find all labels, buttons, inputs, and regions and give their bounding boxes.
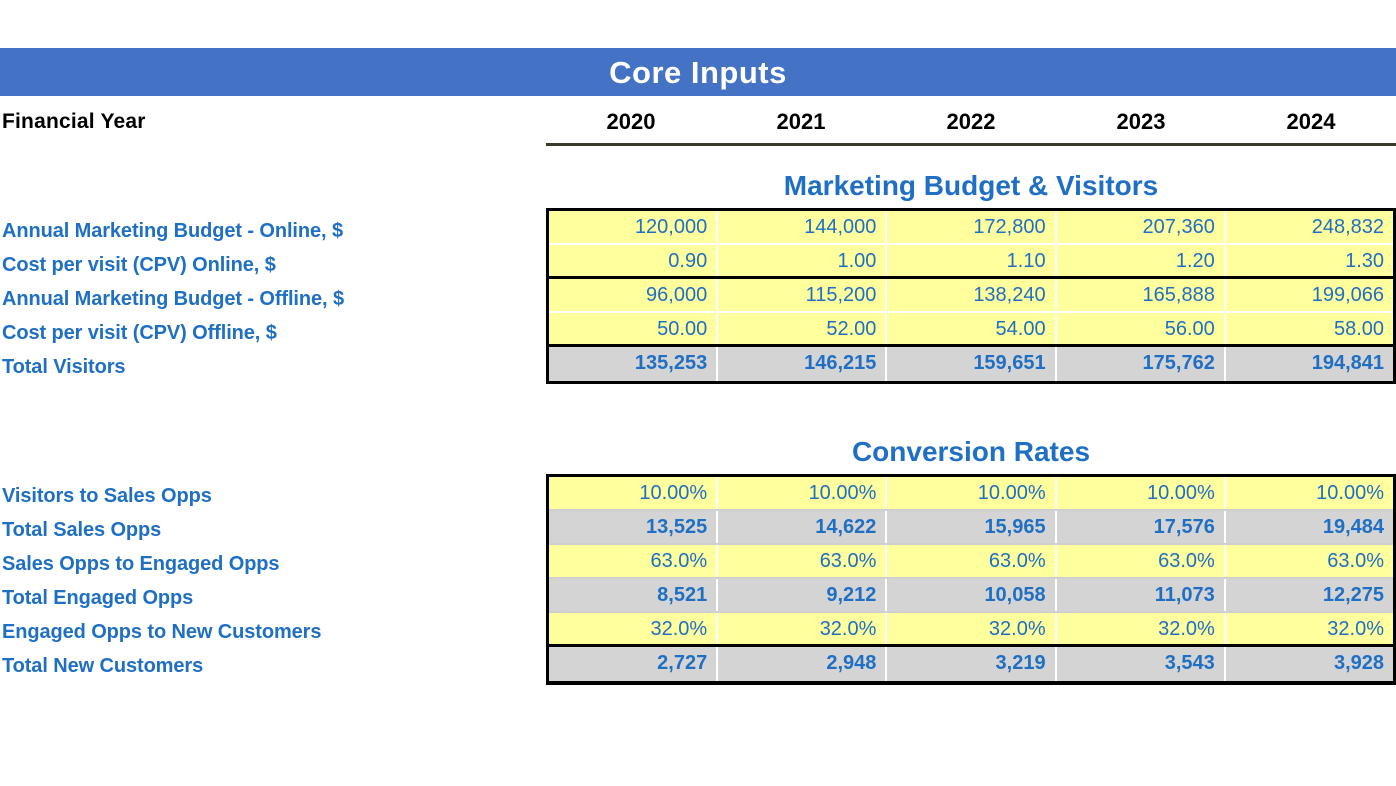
row-label-cost-per-visit-online: Cost per visit (CPV) Online, $ [2,254,276,276]
year-header-2022: 2022 [946,109,996,134]
cell-total-engaged-opps-2024: 12,275 [1225,579,1394,611]
table-row: 63.0% 63.0% 63.0% 63.0% 63.0% [549,545,1394,579]
table-row: 32.0% 32.0% 32.0% 32.0% 32.0% [549,613,1394,647]
table-row: 120,000 144,000 172,800 207,360 248,832 [549,211,1394,245]
cell-visitors-to-sales-opps-2021[interactable]: 10.00% [718,477,888,509]
cell-total-sales-opps-2023: 17,576 [1056,511,1226,543]
row-label-cost-per-visit-offline: Cost per visit (CPV) Offline, $ [2,322,277,344]
cell-budget-online-2023[interactable]: 207,360 [1056,211,1226,243]
section-title-marketing-budget-visitors: Marketing Budget & Visitors [783,170,1159,201]
table-row: 0.90 1.00 1.10 1.20 1.30 [549,245,1394,279]
cell-total-sales-opps-2022: 15,965 [887,511,1057,543]
cell-budget-online-2021[interactable]: 144,000 [718,211,888,243]
cell-total-new-customers-2023: 3,543 [1056,647,1226,681]
table-row: 50.00 52.00 54.00 56.00 58.00 [549,313,1394,347]
table-row: 13,525 14,622 15,965 17,576 19,484 [549,511,1394,545]
cell-visitors-to-sales-opps-2024[interactable]: 10.00% [1225,477,1394,509]
cell-engaged-opps-to-new-customers-2023[interactable]: 32.0% [1056,613,1226,644]
cell-total-sales-opps-2020: 13,525 [549,511,719,543]
cell-cpv-online-2021[interactable]: 1.00 [718,245,888,276]
cell-total-visitors-2023: 175,762 [1056,347,1226,381]
section-title-conversion-rates: Conversion Rates [851,436,1091,467]
cell-total-new-customers-2020: 2,727 [549,647,719,681]
table-row: 96,000 115,200 138,240 165,888 199,066 [549,279,1394,313]
cell-visitors-to-sales-opps-2023[interactable]: 10.00% [1056,477,1226,509]
row-label-annual-marketing-budget-offline: Annual Marketing Budget - Offline, $ [2,288,344,310]
table-row: 135,253 146,215 159,651 175,762 194,841 [549,347,1394,381]
row-label-total-visitors: Total Visitors [2,356,126,378]
table-marketing-budget-visitors: 120,000 144,000 172,800 207,360 248,832 … [546,208,1396,384]
cell-sales-opps-to-engaged-opps-2020[interactable]: 63.0% [549,545,719,577]
row-label-total-new-customers: Total New Customers [2,655,204,677]
cell-engaged-opps-to-new-customers-2024[interactable]: 32.0% [1225,613,1394,644]
cell-sales-opps-to-engaged-opps-2021[interactable]: 63.0% [718,545,888,577]
cell-cpv-offline-2022[interactable]: 54.00 [887,313,1057,344]
cell-cpv-online-2022[interactable]: 1.10 [887,245,1057,276]
year-header-2021: 2021 [776,109,826,134]
cell-total-engaged-opps-2023: 11,073 [1056,579,1226,611]
row-label-annual-marketing-budget-online: Annual Marketing Budget - Online, $ [2,220,343,242]
cell-total-new-customers-2024: 3,928 [1225,647,1394,681]
financial-year-label: Financial Year [2,110,146,133]
row-labels-marketing: Annual Marketing Budget - Online, $ Cost… [2,214,344,384]
cell-budget-online-2020[interactable]: 120,000 [549,211,719,243]
cell-budget-offline-2020[interactable]: 96,000 [549,279,719,311]
cell-cpv-offline-2021[interactable]: 52.00 [718,313,888,344]
cell-total-engaged-opps-2020: 8,521 [549,579,719,611]
cell-cpv-online-2020[interactable]: 0.90 [549,245,719,276]
financial-year-header-row: Financial Year 2020 2021 2022 2023 2024 [0,104,1396,146]
row-label-sales-opps-to-engaged-opps: Sales Opps to Engaged Opps [2,553,280,575]
row-label-total-sales-opps: Total Sales Opps [2,519,162,541]
cell-visitors-to-sales-opps-2020[interactable]: 10.00% [549,477,719,509]
cell-engaged-opps-to-new-customers-2021[interactable]: 32.0% [718,613,888,644]
row-label-total-engaged-opps: Total Engaged Opps [2,587,194,609]
table-conversion-rates: 10.00% 10.00% 10.00% 10.00% 10.00% 13,52… [546,474,1396,685]
cell-cpv-offline-2024[interactable]: 58.00 [1225,313,1394,344]
row-label-engaged-opps-to-new-customers: Engaged Opps to New Customers [2,621,322,643]
cell-budget-online-2022[interactable]: 172,800 [887,211,1057,243]
table-row: 8,521 9,212 10,058 11,073 12,275 [549,579,1394,613]
year-columns-header: 2020 2021 2022 2023 2024 [546,104,1396,146]
cell-total-visitors-2022: 159,651 [887,347,1057,381]
cell-budget-offline-2024[interactable]: 199,066 [1225,279,1394,311]
cell-budget-online-2024[interactable]: 248,832 [1225,211,1394,243]
cell-total-engaged-opps-2021: 9,212 [718,579,888,611]
cell-total-new-customers-2021: 2,948 [718,647,888,681]
year-header-2023: 2023 [1116,109,1166,134]
cell-budget-offline-2022[interactable]: 138,240 [887,279,1057,311]
cell-total-sales-opps-2024: 19,484 [1225,511,1394,543]
year-header-2020: 2020 [606,109,656,134]
row-labels-conversion: Visitors to Sales Opps Total Sales Opps … [2,479,321,683]
cell-cpv-offline-2020[interactable]: 50.00 [549,313,719,344]
cell-sales-opps-to-engaged-opps-2024[interactable]: 63.0% [1225,545,1394,577]
cell-cpv-online-2023[interactable]: 1.20 [1056,245,1226,276]
cell-engaged-opps-to-new-customers-2020[interactable]: 32.0% [549,613,719,644]
page-title: Core Inputs [609,54,787,90]
cell-budget-offline-2023[interactable]: 165,888 [1056,279,1226,311]
table-row: 2,727 2,948 3,219 3,543 3,928 [549,647,1394,681]
cell-total-sales-opps-2021: 14,622 [718,511,888,543]
cell-total-visitors-2020: 135,253 [549,347,719,381]
cell-sales-opps-to-engaged-opps-2022[interactable]: 63.0% [887,545,1057,577]
cell-engaged-opps-to-new-customers-2022[interactable]: 32.0% [887,613,1057,644]
cell-total-visitors-2024: 194,841 [1225,347,1394,381]
row-label-visitors-to-sales-opps: Visitors to Sales Opps [2,485,212,507]
cell-total-engaged-opps-2022: 10,058 [887,579,1057,611]
table-row: 10.00% 10.00% 10.00% 10.00% 10.00% [549,477,1394,511]
cell-total-visitors-2021: 146,215 [718,347,888,381]
year-header-2024: 2024 [1286,109,1336,134]
cell-cpv-online-2024[interactable]: 1.30 [1225,245,1394,276]
core-inputs-banner: Core Inputs [0,48,1396,96]
cell-cpv-offline-2023[interactable]: 56.00 [1056,313,1226,344]
cell-total-new-customers-2022: 3,219 [887,647,1057,681]
cell-sales-opps-to-engaged-opps-2023[interactable]: 63.0% [1056,545,1226,577]
cell-budget-offline-2021[interactable]: 115,200 [718,279,888,311]
cell-visitors-to-sales-opps-2022[interactable]: 10.00% [887,477,1057,509]
